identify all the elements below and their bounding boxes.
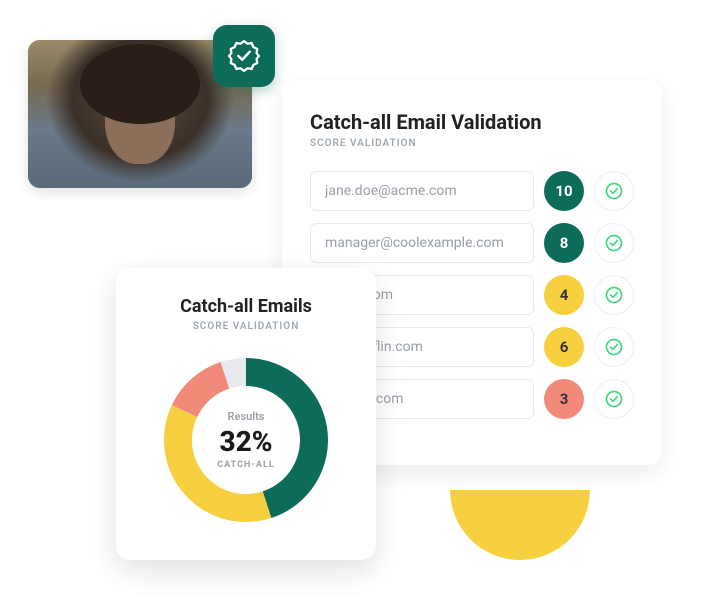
donut-chart: Results 32% CATCH-ALL bbox=[156, 350, 336, 530]
score-badge: 3 bbox=[544, 379, 584, 419]
check-circle-icon bbox=[594, 379, 634, 419]
donut-results-label: Results bbox=[228, 410, 265, 423]
donut-percent: 32% bbox=[219, 425, 272, 458]
score-badge: 8 bbox=[544, 223, 584, 263]
donut-subtitle: SCORE VALIDATION bbox=[140, 321, 352, 332]
check-circle-icon bbox=[594, 171, 634, 211]
verified-badge bbox=[213, 25, 275, 87]
avatar-illustration bbox=[105, 74, 175, 164]
donut-chart-panel: Catch-all Emails SCORE VALIDATION Result… bbox=[116, 268, 376, 560]
email-input[interactable]: manager@coolexample.com bbox=[310, 223, 534, 263]
email-input[interactable]: jane.doe@acme.com bbox=[310, 171, 534, 211]
donut-title: Catch-all Emails bbox=[140, 296, 352, 317]
email-row: manager@coolexample.com8 bbox=[310, 223, 634, 263]
decorative-blob bbox=[450, 490, 590, 560]
check-circle-icon bbox=[594, 327, 634, 367]
score-badge: 10 bbox=[544, 171, 584, 211]
verified-seal-icon bbox=[227, 39, 261, 73]
panel-title: Catch-all Email Validation bbox=[310, 110, 634, 134]
panel-subtitle: SCORE VALIDATION bbox=[310, 138, 634, 149]
check-circle-icon bbox=[594, 223, 634, 263]
check-circle-icon bbox=[594, 275, 634, 315]
email-row: jane.doe@acme.com10 bbox=[310, 171, 634, 211]
donut-catch-label: CATCH-ALL bbox=[217, 460, 274, 470]
score-badge: 4 bbox=[544, 275, 584, 315]
score-badge: 6 bbox=[544, 327, 584, 367]
